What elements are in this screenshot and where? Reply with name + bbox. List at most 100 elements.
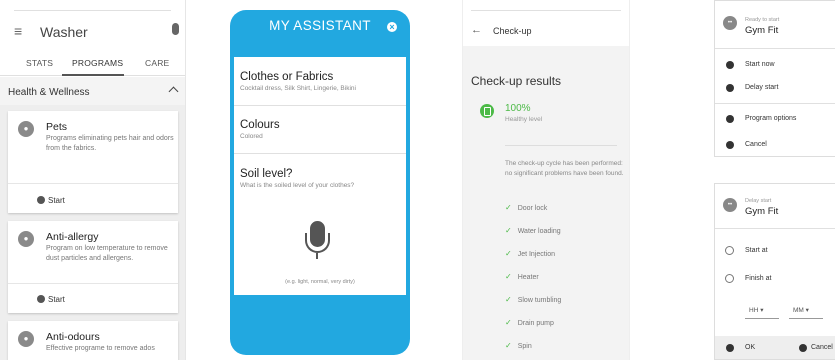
option-colours[interactable]: Colours Colored bbox=[240, 119, 280, 140]
health-level: Healthy level bbox=[505, 116, 543, 123]
health-percent: 100% bbox=[505, 103, 531, 114]
check-item: ✓ Heater bbox=[505, 272, 539, 281]
start-button[interactable]: Start bbox=[48, 295, 65, 304]
settings-icon bbox=[726, 115, 734, 123]
divider bbox=[715, 48, 835, 49]
results-title: Check-up results bbox=[471, 74, 562, 88]
card-title: Pets bbox=[46, 121, 68, 133]
option-title: Soil level? bbox=[240, 168, 293, 180]
dumbbell-icon: •• bbox=[723, 198, 737, 212]
assistant-screen: MY ASSISTANT × Clothes or Fabrics Cockta… bbox=[230, 10, 410, 355]
check-item: ✓ Spin bbox=[505, 341, 532, 350]
status-label: Ready to start bbox=[745, 17, 780, 23]
tab-programs[interactable]: PROGRAMS bbox=[72, 58, 123, 68]
check-icon: ✓ bbox=[505, 203, 512, 212]
menu-icon[interactable]: ≡ bbox=[14, 23, 22, 39]
result-message: The check-up cycle has been performed: n… bbox=[505, 160, 624, 177]
card-title: Anti-allergy bbox=[46, 231, 99, 243]
divider bbox=[505, 145, 617, 146]
card-description: Effective programe to remove ados bbox=[46, 345, 155, 352]
mic-stem-icon bbox=[316, 253, 318, 259]
option-subtitle: Colored bbox=[240, 133, 263, 140]
program-card-pets[interactable]: ● Pets Programs eliminating pets hair an… bbox=[8, 111, 178, 213]
play-icon[interactable] bbox=[37, 196, 45, 204]
ready-to-start-sheet: •• Ready to start Gym Fit Start now Dela… bbox=[714, 0, 835, 157]
hour-select[interactable]: HH ▾ bbox=[749, 306, 763, 314]
start-at-radio[interactable] bbox=[725, 246, 734, 255]
chevron-up-icon[interactable] bbox=[168, 86, 179, 97]
program-name: Gym Fit bbox=[745, 206, 779, 217]
action-bar: OK Cancel bbox=[715, 336, 835, 359]
ok-button[interactable]: OK bbox=[745, 344, 755, 351]
start-at-label: Start at bbox=[745, 247, 768, 254]
status-divider bbox=[14, 10, 171, 11]
check-item: ✓ Door lock bbox=[505, 203, 548, 212]
start-button[interactable]: Start bbox=[48, 196, 65, 205]
cancel-icon bbox=[799, 344, 807, 352]
check-icon: ✓ bbox=[505, 318, 512, 327]
delay-start-button[interactable]: Delay start bbox=[745, 84, 778, 91]
check-item: ✓ Water loading bbox=[505, 226, 561, 235]
option-divider bbox=[234, 153, 406, 154]
check-icon: ✓ bbox=[505, 295, 512, 304]
tab-stats[interactable]: STATS bbox=[26, 58, 53, 68]
tab-care[interactable]: CARE bbox=[145, 58, 169, 68]
cancel-button[interactable]: Cancel bbox=[811, 344, 833, 351]
cancel-icon bbox=[726, 141, 734, 149]
status-divider bbox=[471, 10, 621, 11]
minute-select[interactable]: MM ▾ bbox=[793, 306, 809, 314]
back-arrow-icon[interactable]: ← bbox=[471, 24, 482, 36]
checkup-screen: ← Check-up Check-up results 100% Healthy… bbox=[462, 0, 630, 360]
card-divider bbox=[8, 283, 178, 284]
divider bbox=[715, 103, 835, 104]
check-icon: ✓ bbox=[505, 226, 512, 235]
program-options-button[interactable]: Program options bbox=[745, 115, 796, 122]
card-description: Programs eliminating pets hair and odors… bbox=[46, 135, 174, 152]
assistant-title: MY ASSISTANT bbox=[269, 18, 371, 33]
play-icon bbox=[726, 61, 734, 69]
divider bbox=[715, 228, 835, 229]
check-item: ✓ Drain pump bbox=[505, 318, 554, 327]
clock-icon bbox=[726, 84, 734, 92]
check-icon: ✓ bbox=[505, 341, 512, 350]
option-subtitle: Cocktail dress, Silk Shirt, Lingerie, Bi… bbox=[240, 85, 356, 92]
card-description: Program on low temperature to remove dus… bbox=[46, 245, 168, 262]
status-label: Delay start bbox=[745, 198, 772, 204]
option-subtitle: What is the soiled level of your clothes… bbox=[240, 182, 355, 189]
allergy-icon: ● bbox=[18, 231, 34, 247]
program-card-anti-odours[interactable]: ● Anti-odours Effective programe to remo… bbox=[8, 321, 178, 360]
check-item: ✓ Jet Injection bbox=[505, 249, 556, 258]
screen-title: Check-up bbox=[493, 26, 532, 36]
mic-icon[interactable] bbox=[172, 23, 179, 35]
program-name: Gym Fit bbox=[745, 25, 779, 36]
program-list: Health & Wellness ● Pets Programs elimin… bbox=[0, 77, 185, 360]
option-divider bbox=[234, 105, 406, 106]
program-card-anti-allergy[interactable]: ● Anti-allergy Program on low temperatur… bbox=[8, 221, 178, 313]
section-header[interactable]: Health & Wellness bbox=[0, 77, 185, 105]
card-divider bbox=[8, 183, 178, 184]
close-icon[interactable]: × bbox=[387, 22, 397, 32]
minute-underline bbox=[789, 318, 823, 319]
delay-start-sheet: •• Delay start Gym Fit Start at Finish a… bbox=[714, 183, 835, 360]
washer-screen: ≡ Washer STATS PROGRAMS CARE Health & We… bbox=[0, 0, 186, 360]
active-tab-indicator bbox=[62, 74, 124, 76]
finish-at-radio[interactable] bbox=[725, 274, 734, 283]
option-title: Colours bbox=[240, 119, 280, 131]
option-title: Clothes or Fabrics bbox=[240, 71, 334, 83]
dumbbell-icon: •• bbox=[723, 16, 737, 30]
mic-stand-icon bbox=[305, 233, 330, 253]
card-title: Anti-odours bbox=[46, 331, 100, 343]
cancel-button[interactable]: Cancel bbox=[745, 141, 767, 148]
option-soil-level[interactable]: Soil level? What is the soiled level of … bbox=[240, 168, 354, 189]
voice-hint: (e.g. light, normal, very dirty) bbox=[285, 279, 355, 285]
checkup-body: Check-up results 100% Healthy level The … bbox=[463, 46, 629, 360]
tab-bar: STATS PROGRAMS CARE bbox=[0, 54, 185, 76]
play-icon[interactable] bbox=[37, 295, 45, 303]
app-title: Washer bbox=[40, 24, 88, 40]
hour-underline bbox=[745, 318, 779, 319]
finish-at-label: Finish at bbox=[745, 275, 772, 282]
check-item: ✓ Slow tumbling bbox=[505, 295, 562, 304]
ok-icon bbox=[726, 344, 734, 352]
start-now-button[interactable]: Start now bbox=[745, 61, 775, 68]
option-fabrics[interactable]: Clothes or Fabrics Cocktail dress, Silk … bbox=[240, 71, 356, 92]
